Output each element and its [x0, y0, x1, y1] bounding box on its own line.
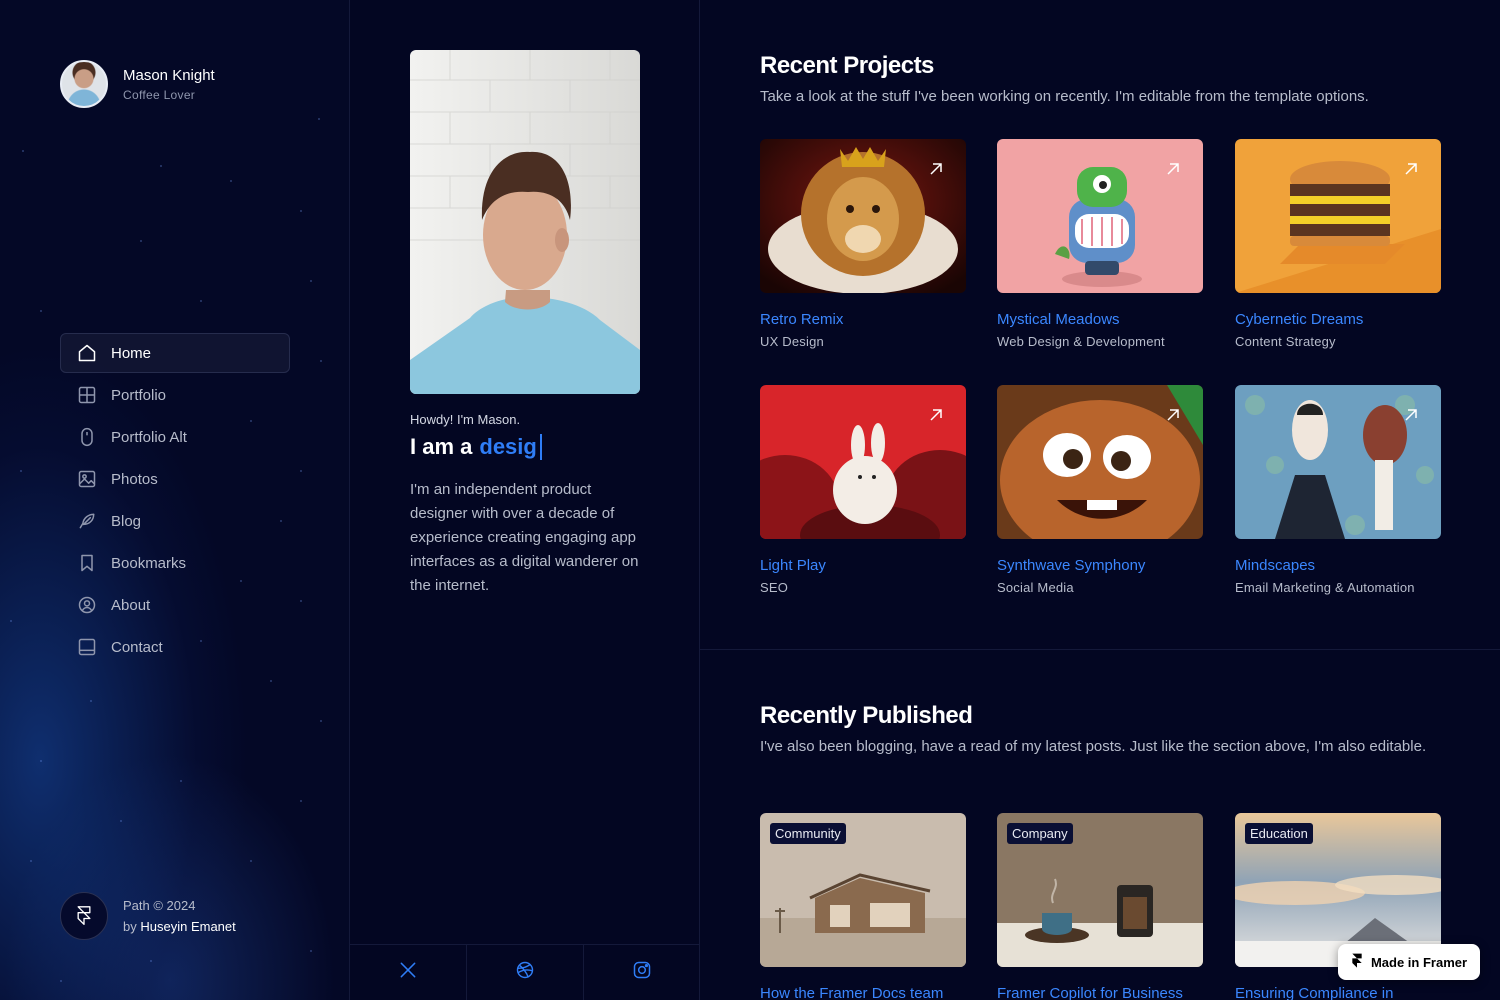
project-title: Retro Remix — [760, 311, 844, 328]
typing-caret — [539, 434, 542, 460]
post-card[interactable]: Company Framer Copilot for Business — [997, 813, 1203, 1000]
framer-logo-icon — [60, 892, 108, 940]
post-card[interactable]: Community How the Framer Docs team — [760, 813, 966, 1000]
nav-item-portfolio-alt[interactable]: Portfolio Alt — [60, 417, 290, 457]
nav-item-about[interactable]: About — [60, 585, 290, 625]
dribbble-icon — [515, 960, 535, 985]
nav-item-photos[interactable]: Photos — [60, 459, 290, 499]
projects-description: Take a look at the stuff I've been worki… — [760, 88, 1369, 105]
framer-logo-icon — [1351, 953, 1363, 972]
tagline: I am a desig — [410, 434, 542, 460]
mouse-icon — [77, 427, 97, 447]
project-title: Cybernetic Dreams — [1235, 311, 1364, 328]
avatar — [60, 60, 108, 108]
project-thumbnail-creature — [997, 139, 1203, 293]
project-category: Content Strategy — [1235, 334, 1336, 349]
published-description: I've also been blogging, have a read of … — [760, 738, 1427, 755]
project-category: UX Design — [760, 334, 824, 349]
project-card[interactable]: Cybernetic Dreams Content Strategy — [1235, 139, 1441, 349]
post-title: How the Framer Docs team — [760, 985, 944, 1000]
post-tag: Community — [770, 823, 846, 844]
user-circle-icon — [77, 595, 97, 615]
intro-column: Howdy! I'm Mason. I am a desig I'm an in… — [350, 0, 700, 1000]
x-twitter-icon — [398, 960, 418, 985]
main-content: Recent Projects Take a look at the stuff… — [700, 0, 1500, 1000]
greeting-text: Howdy! I'm Mason. — [410, 412, 521, 427]
external-arrow-icon — [930, 163, 942, 175]
nav-item-contact[interactable]: Contact — [60, 627, 290, 667]
external-arrow-icon — [1405, 163, 1417, 175]
bookmark-icon — [77, 553, 97, 573]
feather-icon — [77, 511, 97, 531]
typed-role: desig — [479, 434, 537, 459]
published-title: Recently Published — [760, 702, 973, 729]
social-links — [350, 944, 700, 1000]
project-card[interactable]: Synthwave Symphony Social Media — [997, 385, 1203, 595]
projects-title: Recent Projects — [760, 52, 934, 79]
project-card[interactable]: Mystical Meadows Web Design & Developmen… — [997, 139, 1203, 349]
made-in-framer-button[interactable]: Made in Framer — [1338, 944, 1480, 980]
project-thumbnail-lion — [760, 139, 966, 293]
external-arrow-icon — [1167, 409, 1179, 421]
inbox-icon — [77, 637, 97, 657]
nav-label: Blog — [111, 512, 142, 530]
nav-label: Portfolio — [111, 386, 167, 404]
author-credit: by Huseyin Emanet — [123, 919, 236, 934]
instagram-icon — [632, 960, 652, 985]
template-credit[interactable]: Path © 2024 by Huseyin Emanet — [60, 892, 236, 940]
profile-role: Coffee Lover — [123, 87, 196, 102]
post-tag: Education — [1245, 823, 1313, 844]
post-title: Ensuring Compliance in — [1235, 985, 1394, 1000]
project-category: Web Design & Development — [997, 334, 1165, 349]
project-title: Synthwave Symphony — [997, 557, 1146, 574]
section-divider — [700, 649, 1500, 650]
nav-label: Portfolio Alt — [111, 428, 187, 446]
main-nav: Home Portfolio Portfolio Alt Photos Blog — [60, 333, 290, 669]
project-card[interactable]: Retro Remix UX Design — [760, 139, 966, 349]
external-arrow-icon — [1167, 163, 1179, 175]
home-icon — [77, 343, 97, 363]
grid-icon — [77, 385, 97, 405]
project-thumbnail-burger — [1235, 139, 1441, 293]
project-category: SEO — [760, 580, 789, 595]
project-thumbnail-characters — [1235, 385, 1441, 539]
portrait-photo — [410, 50, 640, 394]
profile-name: Mason Knight — [123, 66, 215, 84]
made-in-framer-label: Made in Framer — [1370, 954, 1468, 970]
author-name[interactable]: Huseyin Emanet — [140, 919, 235, 934]
nav-label: Contact — [111, 638, 163, 656]
project-category: Email Marketing & Automation — [1235, 580, 1415, 595]
project-thumbnail-bunny — [760, 385, 966, 539]
external-arrow-icon — [1405, 409, 1417, 421]
project-thumbnail-cartoon-face — [997, 385, 1203, 539]
project-card[interactable]: Light Play SEO — [760, 385, 966, 595]
project-title: Light Play — [760, 557, 826, 574]
project-card[interactable]: Mindscapes Email Marketing & Automation — [1235, 385, 1441, 595]
nav-label: About — [111, 596, 151, 614]
nav-item-blog[interactable]: Blog — [60, 501, 290, 541]
post-thumbnail-coffee: Company — [997, 813, 1203, 967]
nav-item-portfolio[interactable]: Portfolio — [60, 375, 290, 415]
image-icon — [77, 469, 97, 489]
project-category: Social Media — [997, 580, 1074, 595]
nav-label: Bookmarks — [111, 554, 187, 572]
nav-label: Photos — [111, 470, 158, 488]
copyright-text: Path © 2024 — [123, 898, 196, 913]
tagline-prefix: I am a — [410, 434, 473, 459]
post-thumbnail-house: Community — [760, 813, 966, 967]
project-title: Mystical Meadows — [997, 311, 1120, 328]
external-arrow-icon — [930, 409, 942, 421]
nav-item-bookmarks[interactable]: Bookmarks — [60, 543, 290, 583]
nav-label: Home — [111, 344, 152, 362]
profile[interactable]: Mason Knight Coffee Lover — [60, 60, 215, 108]
nav-item-home[interactable]: Home — [60, 333, 290, 373]
bio-text: I'm an independent product designer with… — [410, 481, 639, 594]
sidebar: Mason Knight Coffee Lover Home Portfolio… — [0, 0, 350, 1000]
project-title: Mindscapes — [1235, 557, 1316, 574]
post-title: Framer Copilot for Business — [997, 985, 1183, 1000]
social-link-instagram[interactable] — [584, 945, 700, 1000]
social-link-x[interactable] — [350, 945, 467, 1000]
social-link-dribbble[interactable] — [467, 945, 584, 1000]
post-tag: Company — [1007, 823, 1073, 844]
